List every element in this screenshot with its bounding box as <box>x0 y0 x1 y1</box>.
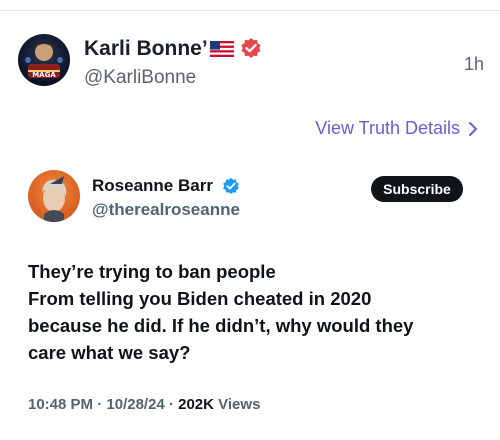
embedded-avatar-image <box>42 176 67 222</box>
embedded-post-text: They’re trying to ban people From tellin… <box>28 258 468 366</box>
post-text-line: care what we say? <box>28 342 191 363</box>
embedded-post-time[interactable]: 10:48 PM <box>28 396 93 413</box>
avatar-image: MAGA <box>25 43 63 79</box>
embedded-post[interactable]: Roseanne Barr @therealroseanne Subscribe… <box>28 170 468 420</box>
post-header: MAGA Karli Bonne’ @KarliBonne 1h <box>18 34 484 90</box>
chevron-right-icon <box>469 121 477 136</box>
author-name[interactable]: Karli Bonne’ <box>84 37 208 61</box>
meta-separator: · <box>97 396 103 413</box>
post-text-line: From telling you Biden cheated in 2020 <box>28 288 372 309</box>
post-text-line: They’re trying to ban people <box>28 261 276 282</box>
post-text-line: because he did. If he didn’t, why would … <box>28 315 414 336</box>
view-truth-details-link[interactable]: View Truth Details <box>315 118 478 139</box>
embedded-author-avatar[interactable] <box>28 170 80 222</box>
avatar-logo-text: MAGA <box>32 71 56 79</box>
embedded-author-name[interactable]: Roseanne Barr <box>92 176 213 196</box>
us-flag-icon <box>210 41 234 57</box>
view-truth-details-label: View Truth Details <box>315 118 460 138</box>
verified-badge-icon <box>241 38 261 58</box>
author-handle[interactable]: @KarliBonne <box>84 67 196 89</box>
embedded-post-date[interactable]: 10/28/24 <box>106 396 164 413</box>
author-avatar[interactable]: MAGA <box>18 34 70 86</box>
verified-badge-icon <box>223 177 239 195</box>
top-divider <box>0 0 500 11</box>
post-timestamp: 1h <box>463 54 484 74</box>
views-label: Views <box>218 396 261 413</box>
views-count: 202K <box>178 396 214 413</box>
embedded-author-handle[interactable]: @therealroseanne <box>92 200 240 220</box>
meta-separator: · <box>168 396 174 413</box>
embedded-post-meta: 10:48 PM · 10/28/24 · 202K Views <box>28 396 260 413</box>
subscribe-button[interactable]: Subscribe <box>371 176 463 202</box>
